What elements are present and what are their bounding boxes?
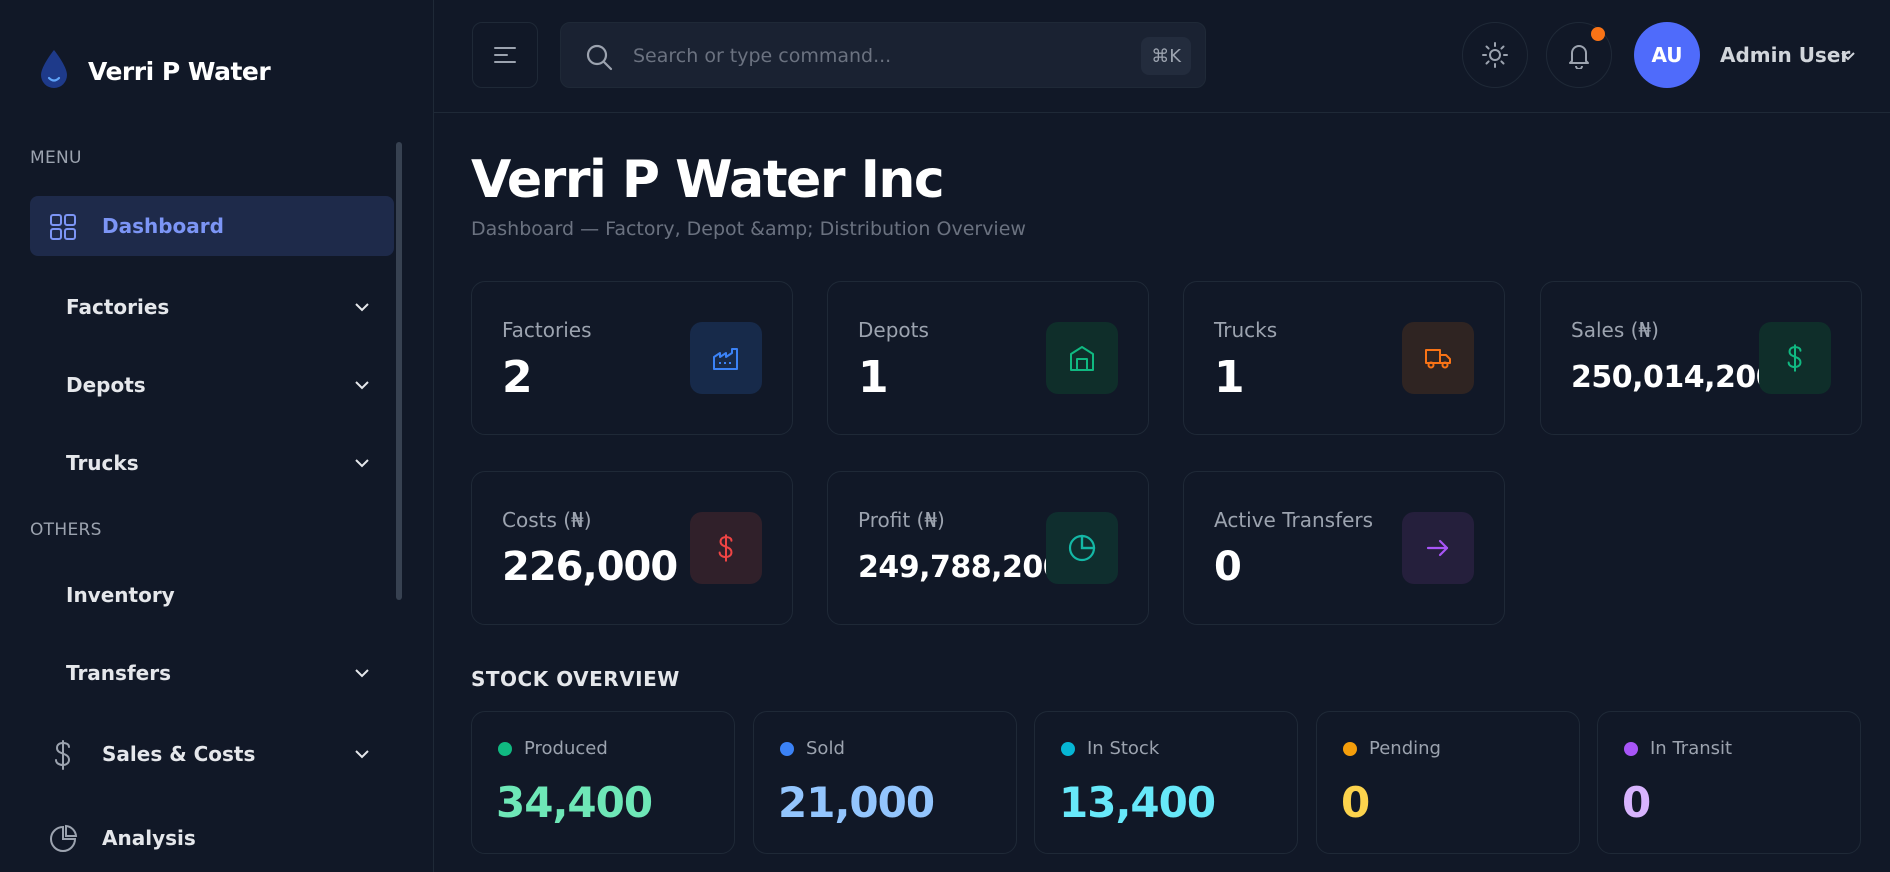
- avatar[interactable]: AU: [1634, 22, 1700, 88]
- stock-value: 13,400: [1059, 778, 1216, 827]
- notifications-button[interactable]: [1546, 22, 1612, 88]
- chevron-down-icon: [355, 750, 369, 759]
- stat-value: 250,014,200: [1571, 360, 1777, 395]
- sidebar: Verri P Water MENU Dashboard Factories D…: [0, 0, 434, 872]
- stock-value: 0: [1622, 778, 1651, 827]
- sidebar-item-label: Depots: [66, 373, 146, 397]
- dollar-icon: [690, 512, 762, 584]
- others-heading: OTHERS: [30, 520, 102, 540]
- search-input[interactable]: [633, 41, 1093, 71]
- stat-card-sales: Sales (₦) 250,014,200: [1540, 281, 1862, 435]
- stat-label: Trucks: [1214, 318, 1278, 342]
- sidebar-scrollbar[interactable]: [396, 142, 402, 600]
- stat-label: Factories: [502, 318, 592, 342]
- stat-card-depots: Depots 1: [827, 281, 1149, 435]
- sidebar-item-dashboard[interactable]: Dashboard: [30, 196, 394, 256]
- sidebar-item-label: Factories: [66, 295, 170, 319]
- dollar-icon: [1759, 322, 1831, 394]
- stat-value: 0: [1214, 544, 1242, 590]
- sidebar-item-analysis[interactable]: Analysis: [30, 808, 394, 868]
- status-dot: [1624, 742, 1638, 756]
- pie-chart-icon: [1046, 512, 1118, 584]
- status-dot: [1061, 742, 1075, 756]
- status-dot: [498, 742, 512, 756]
- truck-icon: [1402, 322, 1474, 394]
- stock-label: Sold: [806, 738, 845, 759]
- chevron-down-icon: [355, 381, 369, 390]
- sidebar-item-label: Dashboard: [102, 214, 224, 238]
- sidebar-item-depots[interactable]: Depots: [30, 355, 394, 415]
- stock-card-produced: Produced 34,400: [471, 711, 735, 854]
- dollar-icon: [48, 740, 78, 770]
- search-bar[interactable]: ⌘K: [560, 22, 1206, 88]
- stat-label: Profit (₦): [858, 508, 945, 532]
- sidebar-item-label: Transfers: [66, 661, 171, 685]
- sidebar-item-label: Inventory: [66, 583, 175, 607]
- stat-value: 249,788,200: [858, 550, 1064, 585]
- stock-card-in-stock: In Stock 13,400: [1034, 711, 1298, 854]
- stock-label: Pending: [1369, 738, 1441, 759]
- stat-label: Depots: [858, 318, 929, 342]
- sidebar-item-transfers[interactable]: Transfers: [30, 643, 394, 703]
- stock-value: 0: [1341, 778, 1370, 827]
- stock-label: In Transit: [1650, 738, 1733, 759]
- notification-dot: [1591, 27, 1605, 41]
- stock-card-in-transit: In Transit 0: [1597, 711, 1861, 854]
- stat-card-trucks: Trucks 1: [1183, 281, 1505, 435]
- menu-icon: [494, 47, 516, 63]
- stock-value: 34,400: [496, 778, 653, 827]
- warehouse-icon: [1046, 322, 1118, 394]
- sun-icon: [1482, 42, 1508, 68]
- chevron-down-icon: [355, 303, 369, 312]
- sidebar-item-label: Analysis: [102, 826, 196, 850]
- stat-card-factories: Factories 2: [471, 281, 793, 435]
- stat-card-profit: Profit (₦) 249,788,200: [827, 471, 1149, 625]
- chevron-down-icon: [355, 669, 369, 678]
- status-dot: [780, 742, 794, 756]
- menu-heading: MENU: [30, 148, 82, 168]
- stat-label: Sales (₦): [1571, 318, 1659, 342]
- status-dot: [1343, 742, 1357, 756]
- brand-name: Verri P Water: [88, 56, 271, 86]
- water-drop-icon: [38, 48, 70, 94]
- sidebar-item-factories[interactable]: Factories: [30, 277, 394, 337]
- sidebar-item-label: Sales & Costs: [102, 742, 256, 766]
- stat-value: 2: [502, 352, 533, 403]
- stock-label: Produced: [524, 738, 608, 759]
- user-name[interactable]: Admin User: [1720, 43, 1850, 67]
- page-subtitle: Dashboard — Factory, Depot &amp; Distrib…: [471, 218, 1026, 240]
- sidebar-item-inventory[interactable]: Inventory: [30, 565, 394, 625]
- menu-toggle-button[interactable]: [472, 22, 538, 88]
- stock-card-sold: Sold 21,000: [753, 711, 1017, 854]
- stat-label: Costs (₦): [502, 508, 592, 532]
- grid-icon: [48, 212, 78, 242]
- page-title: Verri P Water Inc: [471, 150, 945, 210]
- stat-value: 226,000: [502, 544, 678, 590]
- theme-toggle-button[interactable]: [1462, 22, 1528, 88]
- sidebar-item-sales-costs[interactable]: Sales & Costs: [30, 724, 394, 784]
- bell-icon: [1569, 45, 1589, 69]
- stat-value: 1: [858, 352, 889, 403]
- stat-value: 1: [1214, 352, 1245, 403]
- sidebar-item-label: Trucks: [66, 451, 139, 475]
- arrow-right-icon: [1402, 512, 1474, 584]
- chevron-down-icon[interactable]: [1838, 46, 1858, 66]
- stock-label: In Stock: [1087, 738, 1160, 759]
- brand[interactable]: Verri P Water: [38, 48, 271, 94]
- search-icon: [586, 44, 613, 71]
- top-header: ⌘K AU Admin User: [434, 0, 1890, 113]
- section-title-stock-overview: STOCK OVERVIEW: [471, 667, 680, 691]
- stock-value: 21,000: [778, 778, 935, 827]
- stat-label: Active Transfers: [1214, 508, 1374, 532]
- stock-card-pending: Pending 0: [1316, 711, 1580, 854]
- chevron-down-icon: [355, 459, 369, 468]
- shortcut-badge: ⌘K: [1141, 37, 1191, 75]
- factory-icon: [690, 322, 762, 394]
- stat-card-active-transfers: Active Transfers 0: [1183, 471, 1505, 625]
- sidebar-item-trucks[interactable]: Trucks: [30, 433, 394, 493]
- stat-card-costs: Costs (₦) 226,000: [471, 471, 793, 625]
- pie-chart-icon: [48, 824, 78, 854]
